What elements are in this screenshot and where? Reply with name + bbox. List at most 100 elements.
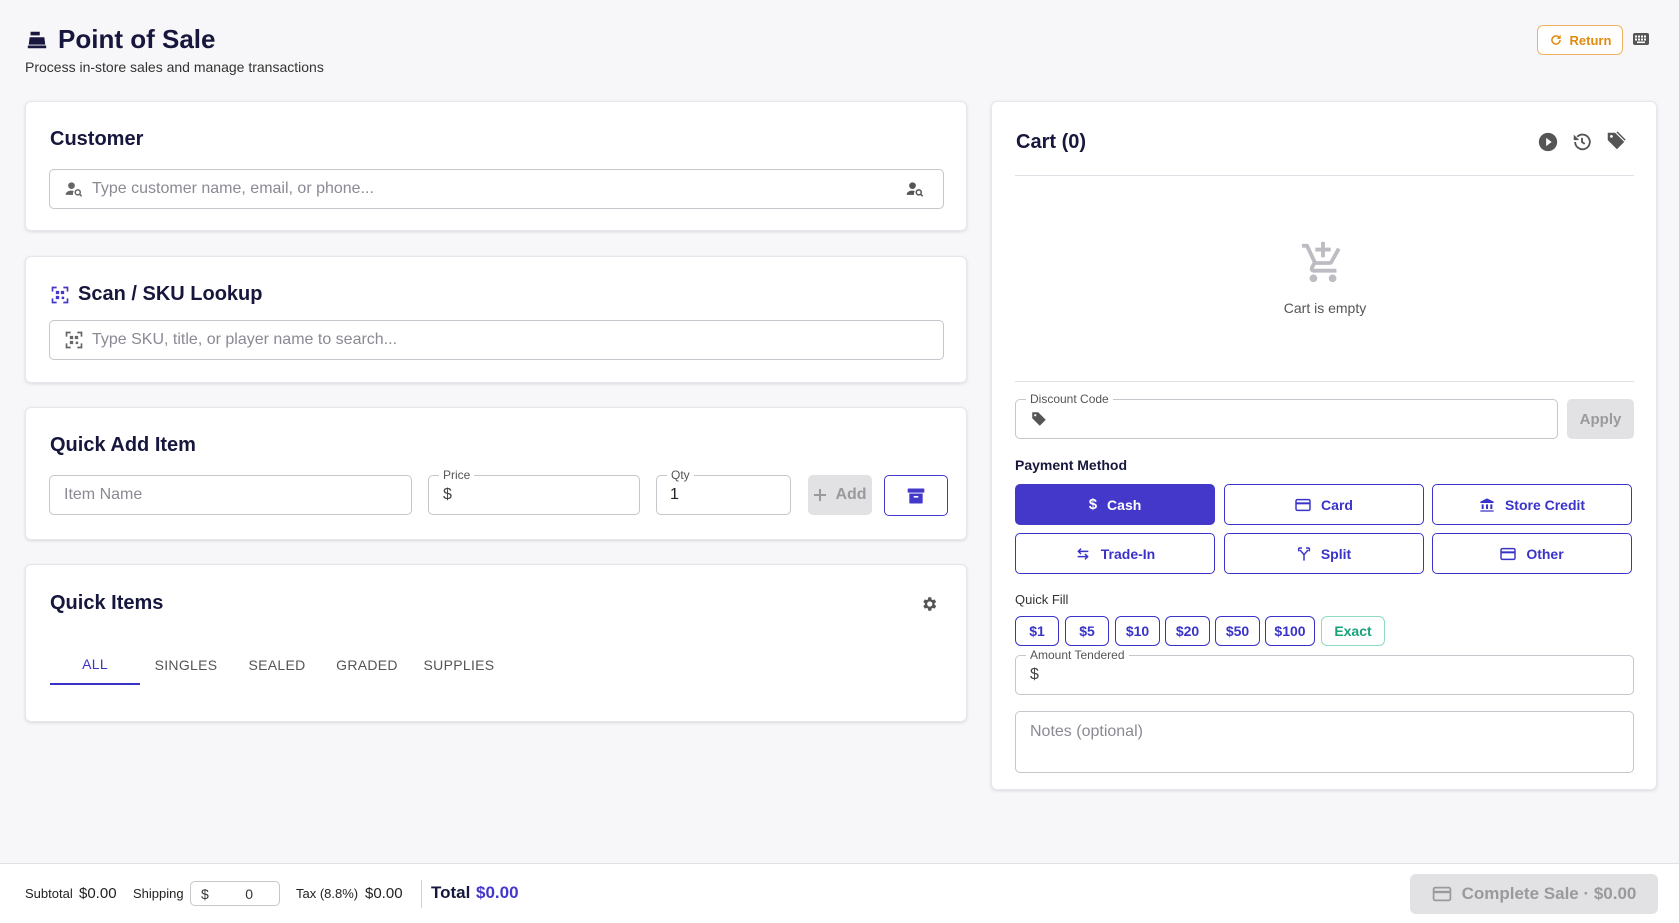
customer-card: Customer Type customer name, email, or p… — [25, 101, 967, 231]
price-prefix: $ — [443, 486, 452, 503]
payment-trade-in-label: Trade-In — [1100, 545, 1156, 562]
total-label: Total — [431, 883, 471, 902]
payment-cash-label: Cash — [1107, 496, 1142, 513]
complete-sale-button[interactable]: Complete Sale · $0.00 — [1410, 874, 1658, 914]
quick-fill-100-button[interactable]: $100 — [1265, 616, 1315, 646]
quick-items-title: Quick Items — [50, 592, 164, 614]
tab-singles[interactable]: SINGLES — [140, 645, 232, 685]
play-circle-icon[interactable] — [1537, 131, 1559, 153]
payment-store-credit-label: Store Credit — [1504, 496, 1586, 513]
notes-placeholder: Notes (optional) — [1030, 723, 1143, 740]
customer-search-input[interactable]: Type customer name, email, or phone... — [49, 169, 944, 209]
payment-split-button[interactable]: Split — [1224, 533, 1424, 574]
payment-card-label: Card — [1321, 496, 1353, 513]
shipping-value: 0 — [245, 885, 253, 902]
tab-supplies[interactable]: SUPPLIES — [412, 645, 506, 685]
qr-scan-icon — [65, 331, 83, 349]
swap-icon — [1077, 547, 1089, 560]
shipping-input[interactable]: $ 0 — [190, 881, 280, 906]
payment-split-label: Split — [1320, 545, 1352, 562]
qr-scan-icon — [51, 286, 69, 303]
quick-items-tabs: ALL SINGLES SEALED GRADED SUPPLIES — [50, 645, 506, 685]
shipping-label: Shipping — [133, 886, 184, 901]
notes-input[interactable]: Notes (optional) — [1015, 711, 1634, 773]
scan-title-text: Scan / SKU Lookup — [78, 283, 263, 305]
pos-page: Point of Sale Process in-store sales and… — [0, 0, 1679, 923]
quick-fill-5-button[interactable]: $5 — [1065, 616, 1109, 646]
plus-icon — [814, 489, 827, 501]
item-name-input[interactable]: Item Name — [49, 475, 412, 515]
quick-fill-label: Quick Fill — [1015, 592, 1069, 607]
quick-fill-exact-button[interactable]: Exact — [1321, 616, 1385, 646]
tax-value: $0.00 — [365, 885, 403, 902]
footer-divider — [421, 880, 422, 908]
payment-trade-in-button[interactable]: Trade-In — [1015, 533, 1215, 574]
apply-button[interactable]: Apply — [1567, 399, 1634, 439]
quick-items-card: Quick Items ALL SINGLES SEALED GRADED SU… — [25, 564, 967, 722]
customer-title: Customer — [50, 128, 144, 150]
cart-title: Cart (0) — [1016, 131, 1087, 153]
payment-store-credit-button[interactable]: Store Credit — [1432, 484, 1632, 525]
split-icon — [1297, 546, 1310, 561]
checkout-footer: Subtotal $0.00 Shipping $ 0 Tax (8.8%) $… — [0, 863, 1679, 923]
person-search-icon[interactable] — [905, 179, 925, 199]
sku-search-input[interactable]: Type SKU, title, or player name to searc… — [49, 320, 944, 360]
subtotal-label: Subtotal — [25, 886, 73, 901]
add-button-label: Add — [835, 486, 867, 503]
tab-graded[interactable]: GRADED — [322, 645, 412, 685]
page-subtitle: Process in-store sales and manage transa… — [25, 59, 324, 75]
tax-label: Tax (8.8%) — [296, 886, 359, 901]
amount-tendered-input[interactable]: Amount Tendered $ — [1015, 648, 1634, 695]
apply-button-label: Apply — [1579, 410, 1622, 428]
discount-code-label: Discount Code — [1026, 392, 1113, 406]
payment-card-button[interactable]: Card — [1224, 484, 1424, 525]
price-input[interactable]: Price $ — [428, 468, 640, 515]
scan-title: Scan / SKU Lookup — [50, 283, 262, 306]
credit-card-icon — [1432, 886, 1451, 902]
item-name-placeholder: Item Name — [64, 486, 143, 503]
quick-add-card: Quick Add Item Item Name Price $ Qty 1 A… — [25, 407, 967, 540]
payment-cash-button[interactable]: $ Cash — [1015, 484, 1215, 525]
add-shopping-cart-icon — [1301, 241, 1341, 283]
quick-fill-20-button[interactable]: $20 — [1165, 616, 1210, 646]
credit-card-icon — [1295, 498, 1311, 511]
tab-all[interactable]: ALL — [50, 645, 140, 685]
return-button[interactable]: Return — [1537, 25, 1623, 55]
history-icon[interactable] — [1571, 131, 1593, 153]
page-title: Point of Sale — [26, 24, 215, 55]
bank-icon — [1480, 497, 1494, 512]
dollar-icon: $ — [1088, 496, 1098, 513]
tag-icon — [1032, 412, 1046, 426]
payment-other-button[interactable]: Other — [1432, 533, 1632, 574]
quick-fill-50-button[interactable]: $50 — [1215, 616, 1260, 646]
cart-empty-text: Cart is empty — [1283, 300, 1367, 316]
amount-tendered-prefix: $ — [1030, 666, 1039, 683]
person-search-icon — [65, 182, 83, 197]
quick-add-title: Quick Add Item — [50, 434, 196, 456]
archive-button[interactable] — [884, 475, 948, 516]
total-value: $0.00 — [476, 883, 519, 902]
tab-sealed[interactable]: SEALED — [232, 645, 322, 685]
add-button[interactable]: Add — [808, 475, 872, 515]
cart-header-divider — [1015, 175, 1634, 176]
qty-label: Qty — [667, 468, 694, 482]
price-label: Price — [439, 468, 475, 482]
payment-other-label: Other — [1526, 545, 1564, 562]
tag-icon[interactable] — [1605, 130, 1627, 152]
quick-fill-1-button[interactable]: $1 — [1015, 616, 1059, 646]
page-title-text: Point of Sale — [58, 24, 216, 54]
scan-card: Scan / SKU Lookup Type SKU, title, or pl… — [25, 256, 967, 383]
sku-search-placeholder: Type SKU, title, or player name to searc… — [92, 331, 398, 348]
subtotal-value: $0.00 — [79, 885, 117, 902]
archive-icon — [907, 488, 925, 503]
discount-code-input[interactable]: Discount Code — [1015, 392, 1558, 439]
qty-value: 1 — [670, 486, 679, 503]
gear-icon[interactable] — [920, 595, 938, 613]
qty-input[interactable]: Qty 1 — [656, 468, 791, 515]
keyboard-icon[interactable] — [1632, 32, 1650, 46]
amount-tendered-label: Amount Tendered — [1026, 648, 1129, 662]
cash-register-icon — [27, 31, 47, 48]
quick-fill-10-button[interactable]: $10 — [1115, 616, 1160, 646]
credit-card-icon — [1500, 547, 1517, 560]
return-button-label: Return — [1569, 32, 1612, 48]
